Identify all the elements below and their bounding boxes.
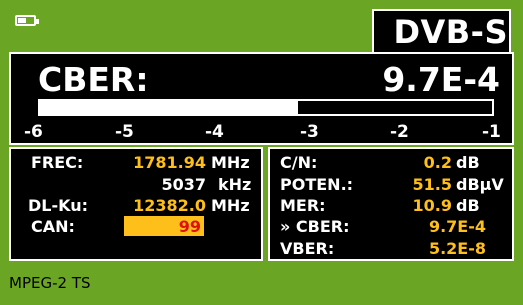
dlku-value: 12382.0: [133, 196, 206, 215]
mode-title: DVB-S: [393, 13, 508, 51]
measurement-value: 51.5: [412, 175, 452, 194]
frec-value: 1781.94: [133, 153, 206, 172]
dlku-unit: MHz: [211, 196, 250, 215]
frec-label: FREC:: [31, 153, 84, 172]
channel-label: CAN:: [31, 217, 75, 236]
scale-tick: -5: [115, 122, 134, 142]
measurement-label: MER:: [280, 196, 326, 215]
measurement-unit: dB: [456, 196, 480, 215]
scale-tick: -2: [390, 122, 409, 142]
measurement-label: VBER:: [280, 239, 335, 258]
stream-type: MPEG-2 TS: [9, 274, 91, 292]
cber-bar-fill: [40, 101, 298, 114]
measurement-value: 5.2E-8: [428, 239, 486, 258]
scale-tick: -3: [300, 122, 319, 142]
scale-tick: -6: [24, 122, 43, 142]
cber-value: 9.7E-4: [382, 60, 500, 99]
frec-unit: MHz: [211, 153, 250, 172]
battery-icon: [15, 15, 39, 26]
measurement-label: » CBER:: [280, 217, 350, 236]
measurement-value: 9.7E-4: [428, 217, 486, 236]
measurement-label: C/N:: [280, 153, 318, 172]
measurement-unit: dB: [456, 153, 480, 172]
symbol-rate-value: 5037: [161, 175, 206, 194]
measurement-value: 10.9: [412, 196, 452, 215]
symbol-rate-unit: kHz: [218, 175, 252, 194]
measurement-unit: dBµV: [456, 175, 504, 194]
cber-label: CBER:: [38, 60, 149, 99]
measurement-value: 0.2: [423, 153, 452, 172]
scale-tick: -4: [205, 122, 224, 142]
cber-bar: [38, 99, 494, 116]
channel-value[interactable]: 99: [124, 218, 201, 236]
measurement-label: POTEN.:: [280, 175, 354, 194]
dlku-label: DL-Ku:: [28, 196, 89, 215]
scale-tick: -1: [482, 122, 501, 142]
